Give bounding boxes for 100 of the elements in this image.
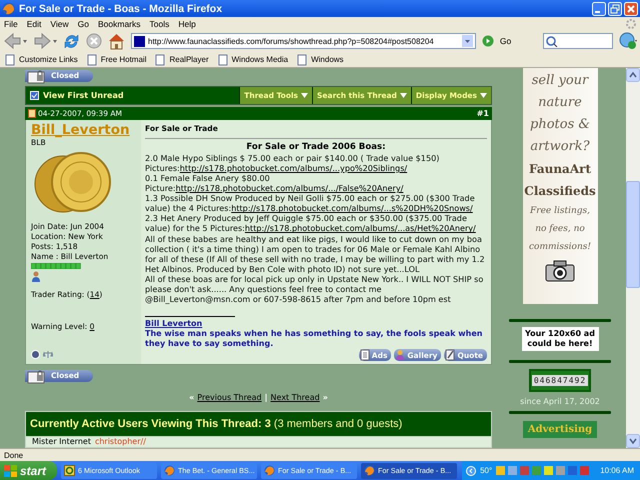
throbber-icon bbox=[626, 18, 636, 28]
post-text: All of these boas are for local pick up only in Upstate New York.. I WILL NOT SHIP so please don't ask...... Any questions feel free to contact me @Bill_Leverton@msn.com or 607-598-8615 after 7pm and before 10pm est bbox=[145, 274, 484, 304]
thread-nav-link[interactable]: Previous Thread bbox=[197, 392, 262, 402]
scroll-down-icon[interactable] bbox=[626, 434, 640, 448]
post-heading: For Sale or Trade 2006 Boas: bbox=[245, 140, 387, 153]
signature-link[interactable]: Bill Leverton bbox=[145, 319, 202, 330]
reputation-bar-icon bbox=[31, 262, 81, 269]
window-title: For Sale or Trade - Boas - Mozilla Firefox bbox=[19, 2, 224, 14]
bookmark-link[interactable]: Windows bbox=[311, 55, 344, 64]
search-field[interactable] bbox=[543, 33, 613, 49]
photo-link[interactable]: http://s178.photobucket.com/albums/...as/Het%20Anery/ bbox=[244, 223, 476, 234]
post-number-link[interactable]: #1 bbox=[476, 109, 489, 118]
site-favicon-icon bbox=[134, 36, 145, 46]
bookmark-link[interactable]: Customize Links bbox=[19, 55, 78, 64]
checkbox-icon bbox=[30, 91, 39, 100]
menu-item[interactable]: Edit bbox=[26, 18, 42, 28]
nav-separator: » bbox=[322, 392, 328, 402]
ad-text: sell your bbox=[532, 72, 588, 90]
ad-text: commissions! bbox=[529, 241, 591, 254]
pencil-icon bbox=[445, 349, 456, 362]
post-text: 0.1 Female False Anery $80.00 bbox=[145, 173, 271, 184]
viewer-link[interactable]: christopher// bbox=[94, 437, 146, 447]
browser-logo-icon bbox=[364, 465, 375, 476]
scales-icon[interactable] bbox=[43, 350, 53, 360]
page-icon bbox=[154, 54, 166, 66]
temperature-text: 50° bbox=[480, 466, 492, 475]
photo-link[interactable]: http://s178.photobucket.com/albums/...s%20DH%20Snows/ bbox=[231, 203, 473, 214]
camera-icon bbox=[545, 260, 575, 282]
caret-icon bbox=[400, 93, 407, 98]
since-text: since April 17, 2002 bbox=[520, 397, 600, 406]
document-icon bbox=[360, 349, 370, 362]
menu-item[interactable]: Go bbox=[78, 18, 89, 28]
nav-separator: | bbox=[264, 392, 268, 402]
windows-logo-icon bbox=[4, 464, 17, 476]
menu-item[interactable]: File bbox=[4, 18, 18, 28]
viewer-link[interactable]: Mister Internet bbox=[32, 437, 91, 447]
post-icon bbox=[28, 109, 36, 118]
view-first-unread-link[interactable]: View First Unread bbox=[43, 91, 124, 100]
browser-logo-icon bbox=[264, 465, 275, 476]
back-icon[interactable] bbox=[3, 32, 27, 50]
nav-separator: « bbox=[189, 392, 194, 402]
active-users-title: Currently Active Users Viewing This Thread: 3 (3 members and 0 guests) bbox=[25, 411, 492, 437]
ad-text: Free listings, bbox=[530, 205, 590, 218]
post-text: 2.0 Male Hypo Siblings $ 75.00 each or pair $140.00 ( Trade value $150) bbox=[145, 152, 440, 163]
ad-text: nature bbox=[538, 94, 582, 112]
bookmark-link[interactable]: Windows Media bbox=[232, 55, 288, 64]
scroll-thumb[interactable] bbox=[626, 181, 640, 288]
start-button[interactable]: start bbox=[0, 461, 57, 480]
page-icon bbox=[4, 54, 16, 66]
page-icon bbox=[296, 54, 308, 66]
person-icon bbox=[31, 270, 41, 282]
menu-item[interactable]: Tools bbox=[150, 18, 170, 28]
ad-text: FaunaArt bbox=[528, 161, 592, 178]
menu-item[interactable]: View bbox=[50, 18, 69, 28]
status-text: Done bbox=[0, 448, 640, 461]
home-icon[interactable] bbox=[108, 32, 125, 50]
go-icon[interactable] bbox=[482, 35, 494, 47]
bookmark-link[interactable]: Free Hotmail bbox=[100, 55, 146, 64]
page-icon bbox=[216, 54, 229, 66]
counter-digits: 046847492 bbox=[532, 375, 588, 386]
post-text: Pictures:http://s178.photobucket.com/albums/...ypo%20Siblings/ bbox=[145, 162, 408, 174]
scroll-up-icon[interactable] bbox=[626, 68, 640, 82]
caret-icon bbox=[480, 93, 487, 98]
url-field[interactable]: http://www.faunaclassifieds.com/forums/showthread.php?p=508204#post508204 bbox=[131, 33, 476, 49]
caret-icon bbox=[301, 93, 308, 98]
go-button[interactable]: Go bbox=[500, 36, 512, 46]
menu-item[interactable]: Bookmarks bbox=[98, 18, 140, 28]
ad-slot-text: Your 120x60 ad could be here! bbox=[522, 327, 598, 351]
photo-link[interactable]: http://s178.photobucket.com/albums/...ypo%20Siblings/ bbox=[180, 162, 408, 173]
ad-banner[interactable]: sell your nature photos & artwork? FaunaArt Classifieds Free listings, no fees, no commissions! bbox=[522, 68, 598, 304]
minimize-icon[interactable] bbox=[592, 2, 606, 16]
person-icon bbox=[395, 349, 406, 362]
lock-icon bbox=[27, 70, 47, 84]
signature-text: The wise man speaks when he has something to say, the fools speak when they have to say something. bbox=[145, 329, 484, 350]
bookmark-link[interactable]: RealPlayer bbox=[169, 55, 209, 64]
scrollbar[interactable] bbox=[626, 68, 640, 448]
clock-text: 10:06 AM bbox=[600, 466, 634, 475]
lock-icon bbox=[27, 370, 47, 384]
menu-item[interactable]: Help bbox=[178, 18, 196, 28]
close-icon[interactable] bbox=[624, 2, 638, 16]
ad-text: no fees, no bbox=[535, 223, 585, 236]
restore-icon[interactable] bbox=[608, 2, 622, 16]
post-text: All of these babes are healthy and eat like pigs, I would like to cut down on my boa collection ( it's a time thing) I am open to trades for 06 Male or Female Kahl Albino for all of these (If All of these sell with no trade, I may be willing to part with my 1.2 Het Albinos. Produced by Ben Cole with photo ID) not sure yet...LOL bbox=[145, 234, 486, 274]
dropdown-icon[interactable] bbox=[462, 35, 473, 47]
forward-icon[interactable] bbox=[33, 32, 57, 50]
post-text: 2.3 Het Anery Produced by Jeff Quiggle $75.00 each or $350.00 ($375.00 Trade value) for the 5 Pictures:http://s178.photobucket.com/albums/...as/Het%20Anery/ bbox=[145, 213, 477, 234]
search-engine-icon bbox=[546, 36, 558, 46]
thread-nav-link[interactable]: Next Thread bbox=[270, 392, 320, 402]
stop-icon[interactable] bbox=[86, 33, 102, 49]
ad-text: photos & bbox=[530, 116, 590, 134]
ad-text: Classifieds bbox=[524, 183, 596, 200]
post-text: 1.3 Possible DH Snow Produced by Neil Golli $75.00 each or $275.00 ($300 Trade value) the 4 Pictures:http://s178.photobucket.com/albums/...s%20DH%20Snows/ bbox=[145, 193, 476, 214]
ad-text: artwork? bbox=[530, 138, 590, 156]
mail-icon bbox=[64, 465, 75, 476]
browser-logo-icon bbox=[2, 2, 15, 15]
post-text: Picture:http://s178.photobucket.com/albums/.../False%20Anery/ bbox=[145, 183, 404, 194]
reload-icon[interactable] bbox=[63, 32, 80, 50]
photo-link[interactable]: http://s178.photobucket.com/albums/.../False%20Anery/ bbox=[176, 183, 404, 194]
page-icon bbox=[86, 54, 98, 66]
tray-expand-icon[interactable] bbox=[466, 466, 476, 476]
